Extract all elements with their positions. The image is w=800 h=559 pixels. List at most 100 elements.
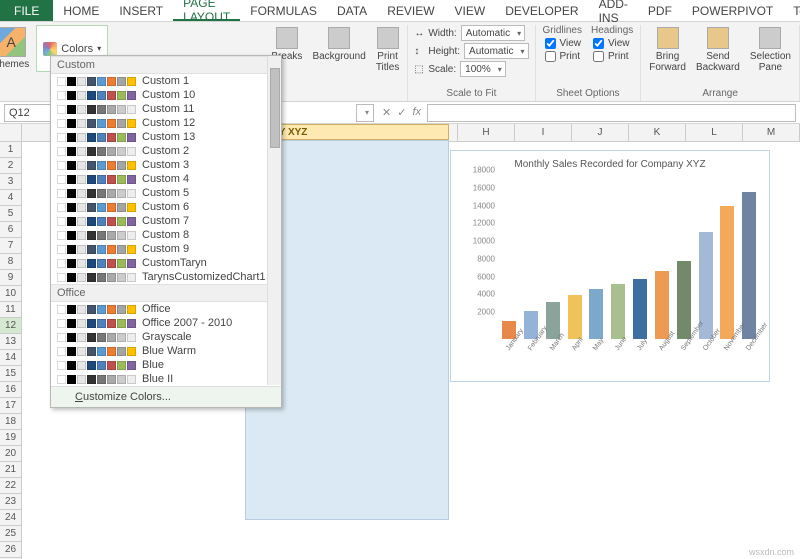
row-header-7[interactable]: 7 bbox=[0, 238, 21, 254]
color-theme-office-2007---2010[interactable]: Office 2007 - 2010 bbox=[51, 316, 281, 330]
tab-formulas[interactable]: FORMULAS bbox=[240, 0, 327, 21]
row-header-8[interactable]: 8 bbox=[0, 254, 21, 270]
color-theme-label: Blue II bbox=[142, 373, 173, 385]
color-theme-blue-warm[interactable]: Blue Warm bbox=[51, 344, 281, 358]
tab-review[interactable]: REVIEW bbox=[377, 0, 444, 21]
send-backward-button[interactable]: Send Backward bbox=[692, 25, 744, 75]
column-header-K[interactable]: K bbox=[629, 124, 686, 141]
row-header-25[interactable]: 25 bbox=[0, 526, 21, 542]
tab-insert[interactable]: INSERT bbox=[109, 0, 173, 21]
color-theme-custom-6[interactable]: Custom 6 bbox=[51, 200, 281, 214]
row-header-24[interactable]: 24 bbox=[0, 510, 21, 526]
color-theme-custom-5[interactable]: Custom 5 bbox=[51, 186, 281, 200]
column-header-M[interactable]: M bbox=[743, 124, 800, 141]
row-header-11[interactable]: 11 bbox=[0, 302, 21, 318]
tab-powerpivot[interactable]: POWERPIVOT bbox=[682, 0, 783, 21]
background-button[interactable]: Background bbox=[308, 25, 369, 64]
color-theme-blue-ii[interactable]: Blue II bbox=[51, 372, 281, 386]
chart-bar-april bbox=[568, 295, 582, 339]
tab-team[interactable]: Team bbox=[783, 0, 800, 21]
color-theme-custom-11[interactable]: Custom 11 bbox=[51, 102, 281, 116]
tab-data[interactable]: DATA bbox=[327, 0, 377, 21]
bring-forward-button[interactable]: Bring Forward bbox=[645, 25, 690, 75]
chart-plot-area bbox=[499, 179, 759, 339]
row-header-15[interactable]: 15 bbox=[0, 366, 21, 382]
cancel-formula-icon[interactable]: ✕ bbox=[382, 106, 391, 119]
color-theme-custom-1[interactable]: Custom 1 bbox=[51, 74, 281, 88]
row-header-21[interactable]: 21 bbox=[0, 462, 21, 478]
row-header-19[interactable]: 19 bbox=[0, 430, 21, 446]
row-header-6[interactable]: 6 bbox=[0, 222, 21, 238]
row-header-22[interactable]: 22 bbox=[0, 478, 21, 494]
color-theme-blue[interactable]: Blue bbox=[51, 358, 281, 372]
enter-formula-icon[interactable]: ✓ bbox=[397, 106, 406, 119]
color-theme-custom-8[interactable]: Custom 8 bbox=[51, 228, 281, 242]
chart-bar-july bbox=[633, 279, 647, 339]
row-header-1[interactable]: 1 bbox=[0, 142, 21, 158]
row-header-5[interactable]: 5 bbox=[0, 206, 21, 222]
color-theme-custom-4[interactable]: Custom 4 bbox=[51, 172, 281, 186]
row-header-9[interactable]: 9 bbox=[0, 270, 21, 286]
color-theme-custom-9[interactable]: Custom 9 bbox=[51, 242, 281, 256]
headings-print-checkbox[interactable]: Print bbox=[591, 51, 633, 62]
x-label-may: May bbox=[592, 337, 605, 352]
row-header-12[interactable]: 12 bbox=[0, 318, 21, 334]
column-header-I[interactable]: I bbox=[515, 124, 572, 141]
chart-object[interactable]: Monthly Sales Recorded for Company XYZ 2… bbox=[450, 150, 770, 382]
row-header-20[interactable]: 20 bbox=[0, 446, 21, 462]
color-theme-custom-3[interactable]: Custom 3 bbox=[51, 158, 281, 172]
name-box-expand[interactable] bbox=[356, 104, 374, 122]
row-header-10[interactable]: 10 bbox=[0, 286, 21, 302]
color-theme-grayscale[interactable]: Grayscale bbox=[51, 330, 281, 344]
dropdown-scrollbar[interactable] bbox=[267, 56, 281, 385]
tab-add-ins[interactable]: ADD-INS bbox=[589, 0, 638, 21]
row-header-23[interactable]: 23 bbox=[0, 494, 21, 510]
select-all-corner[interactable] bbox=[0, 124, 22, 141]
row-header-26[interactable]: 26 bbox=[0, 542, 21, 558]
color-theme-custom-2[interactable]: Custom 2 bbox=[51, 144, 281, 158]
formula-bar[interactable] bbox=[427, 104, 796, 122]
y-tick: 6000 bbox=[477, 272, 495, 281]
color-theme-custom-10[interactable]: Custom 10 bbox=[51, 88, 281, 102]
print-titles-button[interactable]: Print Titles bbox=[372, 25, 404, 75]
bring-forward-label: Bring Forward bbox=[649, 51, 686, 73]
tab-home[interactable]: HOME bbox=[53, 0, 109, 21]
tab-page-layout[interactable]: PAGE LAYOUT bbox=[173, 0, 240, 21]
column-header-J[interactable]: J bbox=[572, 124, 629, 141]
watermark: wsxdn.com bbox=[749, 547, 794, 557]
color-theme-custom-7[interactable]: Custom 7 bbox=[51, 214, 281, 228]
color-theme-customtaryn[interactable]: CustomTaryn bbox=[51, 256, 281, 270]
scale-select[interactable]: 100% bbox=[460, 61, 506, 77]
color-theme-custom-13[interactable]: Custom 13 bbox=[51, 130, 281, 144]
themes-button[interactable]: A Themes bbox=[0, 25, 33, 72]
row-header-13[interactable]: 13 bbox=[0, 334, 21, 350]
row-header-2[interactable]: 2 bbox=[0, 158, 21, 174]
headings-heading: Headings bbox=[591, 25, 633, 36]
row-header-17[interactable]: 17 bbox=[0, 398, 21, 414]
width-select[interactable]: Automatic bbox=[461, 25, 525, 41]
fx-icon[interactable]: fx bbox=[412, 106, 421, 119]
height-select[interactable]: Automatic bbox=[464, 43, 528, 59]
gridlines-view-checkbox[interactable]: View bbox=[543, 38, 584, 49]
scrollbar-thumb[interactable] bbox=[270, 68, 280, 148]
customize-colors-button[interactable]: Customize Colors... bbox=[51, 386, 281, 407]
row-header-16[interactable]: 16 bbox=[0, 382, 21, 398]
tab-developer[interactable]: DEVELOPER bbox=[495, 0, 588, 21]
gridlines-print-checkbox[interactable]: Print bbox=[543, 51, 584, 62]
tab-pdf[interactable]: PDF bbox=[638, 0, 682, 21]
chart-bar-november bbox=[720, 206, 734, 339]
headings-view-checkbox[interactable]: View bbox=[591, 38, 633, 49]
column-header-L[interactable]: L bbox=[686, 124, 743, 141]
color-theme-tarynscustomizedchart1[interactable]: TarynsCustomizedChart1 bbox=[51, 270, 281, 284]
color-theme-custom-12[interactable]: Custom 12 bbox=[51, 116, 281, 130]
row-header-18[interactable]: 18 bbox=[0, 414, 21, 430]
row-header-14[interactable]: 14 bbox=[0, 350, 21, 366]
selection-pane-button[interactable]: Selection Pane bbox=[746, 25, 795, 75]
row-header-3[interactable]: 3 bbox=[0, 174, 21, 190]
color-theme-office[interactable]: Office bbox=[51, 302, 281, 316]
file-tab[interactable]: FILE bbox=[0, 0, 53, 21]
column-header-H[interactable]: H bbox=[458, 124, 515, 141]
breaks-icon bbox=[276, 27, 298, 49]
row-header-4[interactable]: 4 bbox=[0, 190, 21, 206]
tab-view[interactable]: VIEW bbox=[445, 0, 496, 21]
